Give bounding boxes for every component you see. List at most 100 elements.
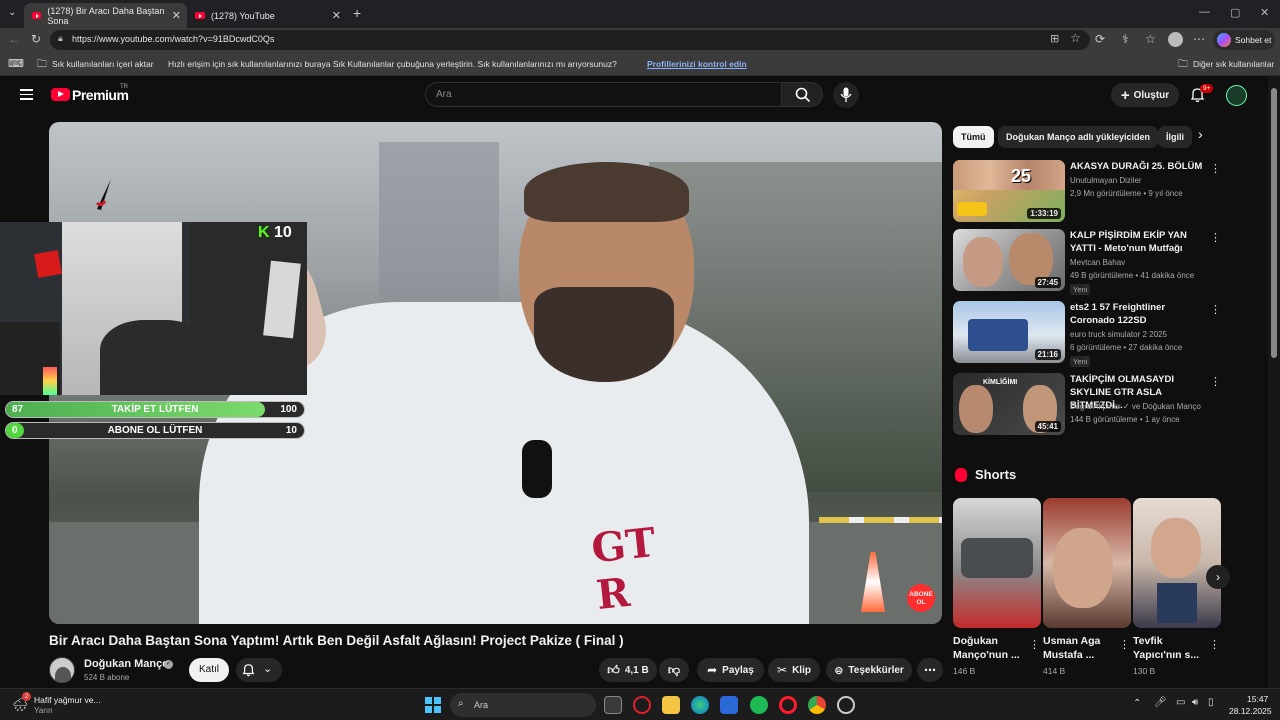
like-button[interactable]: 👍︎ 4,1 B [599, 658, 657, 682]
tray-network-icon[interactable]: ▭ [1176, 697, 1185, 708]
app-available-icon[interactable]: ⊞ [1050, 32, 1059, 45]
more-actions-button[interactable]: ⋯ [917, 658, 943, 682]
clock-date[interactable]: 28.12.2025 [1229, 706, 1272, 716]
subscribe-watermark[interactable]: ABONE OL [907, 584, 935, 612]
recommendation-channel[interactable]: Buğra Akpınar ✓ ve Doğukan Manço [1070, 402, 1201, 411]
recommendation-thumbnail[interactable]: KİMLİĞİMI 45:41 [953, 373, 1065, 435]
browser-essentials-icon[interactable]: ⚕ [1122, 32, 1129, 46]
opera-gx-icon[interactable] [633, 696, 651, 714]
profile-avatar[interactable] [1168, 32, 1183, 47]
close-tab-icon[interactable]: ✕ [332, 9, 341, 22]
join-button[interactable]: Katıl [189, 658, 229, 682]
search-input[interactable]: Ara [425, 82, 782, 107]
chips-next-icon[interactable]: › [1198, 126, 1203, 142]
back-arrow-icon[interactable]: ← [8, 32, 20, 46]
chip-all[interactable]: Tümü [953, 126, 994, 148]
voice-search-button[interactable] [833, 82, 859, 108]
microsoft-store-icon[interactable] [720, 696, 738, 714]
taskbar-search-box[interactable]: ⌕ Ara [450, 693, 596, 717]
close-window-icon[interactable]: ✕ [1260, 6, 1269, 19]
recommendation-item[interactable]: KİMLİĞİMI 45:41 TAKİPÇİM OLMASAYDI SKYLI… [953, 373, 1233, 435]
short-thumbnail[interactable] [1043, 498, 1131, 628]
edge-icon[interactable] [691, 696, 709, 714]
channel-avatar[interactable] [49, 657, 75, 683]
shorts-next-icon[interactable]: › [1206, 565, 1230, 589]
more-vertical-icon[interactable]: ⋮ [1029, 638, 1040, 651]
short-item[interactable]: Usman Aga Mustafa ... 414 B ⋮ [1043, 498, 1131, 676]
recommendation-title[interactable]: ets2 1 57 Freightliner Coronado 122SD [1070, 301, 1210, 327]
scrollbar-thumb[interactable] [1271, 88, 1277, 358]
recommendation-thumbnail[interactable]: 25 1:33:19 [953, 160, 1065, 222]
opera-icon[interactable] [779, 696, 797, 714]
chrome-icon[interactable] [808, 696, 826, 714]
recommendation-title[interactable]: KALP PİŞİRDİM EKİP YAN YATTI - Meto'nun … [1070, 229, 1210, 255]
chip-from-uploader[interactable]: Doğukan Manço adlı yükleyiciden [998, 126, 1159, 148]
copilot-chat-button[interactable]: Sohbet et [1213, 30, 1275, 50]
import-favorites-link[interactable]: Sık kullanılanları içeri aktar [52, 59, 154, 69]
short-title[interactable]: Usman Aga Mustafa ... [1043, 634, 1113, 662]
more-vertical-icon[interactable]: ⋮ [1119, 638, 1130, 651]
spotify-icon[interactable] [750, 696, 768, 714]
short-thumbnail[interactable] [953, 498, 1041, 628]
more-vertical-icon[interactable]: ⋮ [1209, 638, 1220, 651]
menu-hamburger-icon[interactable] [20, 89, 33, 103]
favorite-star-icon[interactable]: ☆ [1070, 31, 1081, 45]
page-scrollbar[interactable] [1268, 76, 1280, 688]
tab-youtube[interactable]: (1278) YouTube ✕ [187, 3, 347, 28]
task-view-icon[interactable] [604, 696, 622, 714]
minimize-icon[interactable]: — [1199, 6, 1210, 18]
chip-related[interactable]: İlgili [1158, 126, 1192, 148]
more-vertical-icon[interactable]: ⋮ [1210, 162, 1221, 175]
other-favorites[interactable]: Diğer sık kullanılanlar [1193, 59, 1274, 69]
recommendation-meta: 144 B görüntüleme • 1 ay önce [1070, 415, 1180, 424]
short-item[interactable]: Doğukan Manço'nun ... 146 B ⋮ [953, 498, 1041, 676]
more-vertical-icon[interactable]: ⋮ [1210, 303, 1221, 316]
short-title[interactable]: Doğukan Manço'nun ... [953, 634, 1023, 662]
clock-time[interactable]: 15:47 [1247, 694, 1268, 704]
search-button[interactable] [781, 82, 823, 107]
subscription-notifications-button[interactable]: ⌄ [236, 658, 282, 682]
recommendation-thumbnail[interactable]: 21:16 [953, 301, 1065, 363]
more-vertical-icon[interactable]: ⋮ [1210, 375, 1221, 388]
recommendation-item[interactable]: 27:45 KALP PİŞİRDİM EKİP YAN YATTI - Met… [953, 229, 1233, 295]
clip-button[interactable]: ✂ Klip [768, 658, 820, 682]
windows-start-icon[interactable] [425, 697, 441, 713]
tray-volume-icon[interactable]: 🔊︎ [1192, 697, 1198, 708]
recommendation-item[interactable]: 21:16 ets2 1 57 Freightliner Coronado 12… [953, 301, 1233, 367]
more-vertical-icon[interactable]: ⋮ [1210, 231, 1221, 244]
tab-video[interactable]: (1278) Bir Aracı Daha Baştan Sona ✕ [24, 3, 187, 28]
short-title[interactable]: Tevfik Yapıcı'nın s... [1133, 634, 1203, 662]
create-button[interactable]: + Oluştur [1111, 83, 1179, 107]
dislike-button[interactable]: 👎︎ [659, 658, 689, 682]
tab-actions-icon[interactable]: ⌨ [8, 57, 24, 70]
recommendation-thumbnail[interactable]: 27:45 [953, 229, 1065, 291]
share-button[interactable]: ➦ Paylaş [697, 658, 764, 682]
file-explorer-icon[interactable] [662, 696, 680, 714]
recommendation-channel[interactable]: Mevtcan Bahav [1070, 258, 1125, 267]
maximize-icon[interactable]: ▢ [1230, 6, 1240, 19]
thanks-button[interactable]: ⊜ Teşekkürler [826, 658, 912, 682]
recommendation-title[interactable]: AKASYA DURAĞI 25. BÖLÜM [1070, 160, 1210, 173]
extensions-icon[interactable]: ⟳ [1095, 32, 1105, 46]
recommendation-channel[interactable]: euro truck simulator 2 2025 [1070, 330, 1167, 339]
tab-list-chevron-icon[interactable]: ⌄ [8, 7, 16, 18]
tray-mic-icon[interactable]: 🎤︎ [1154, 697, 1167, 708]
reload-icon[interactable]: ↻ [31, 32, 41, 46]
favorites-icon[interactable]: ☆ [1145, 32, 1156, 46]
recommendation-item[interactable]: 25 1:33:19 AKASYA DURAĞI 25. BÖLÜM Unutu… [953, 160, 1233, 222]
new-tab-icon[interactable]: + [353, 5, 361, 21]
tray-battery-icon[interactable]: ▯ [1208, 697, 1214, 708]
account-avatar[interactable] [1226, 85, 1247, 106]
opera-gx-active-icon[interactable] [837, 696, 855, 714]
weather-title[interactable]: Hafif yağmur ve... [34, 695, 101, 705]
more-menu-icon[interactable]: ⋯ [1193, 32, 1205, 46]
youtube-logo-icon[interactable] [51, 88, 70, 101]
tray-chevron-up-icon[interactable]: ⌃ [1133, 698, 1141, 709]
short-thumbnail[interactable] [1133, 498, 1221, 628]
channel-name[interactable]: Doğukan Manço [84, 658, 169, 670]
check-profiles-link[interactable]: Profillerinizi kontrol edin [647, 59, 747, 69]
url-field[interactable]: 🔒︎ https://www.youtube.com/watch?v=91BDc… [50, 30, 1090, 50]
close-tab-icon[interactable]: ✕ [172, 9, 181, 22]
recommendation-channel[interactable]: Unutulmayan Diziler [1070, 176, 1142, 185]
short-item[interactable]: Tevfik Yapıcı'nın s... 130 B ⋮ [1133, 498, 1221, 676]
